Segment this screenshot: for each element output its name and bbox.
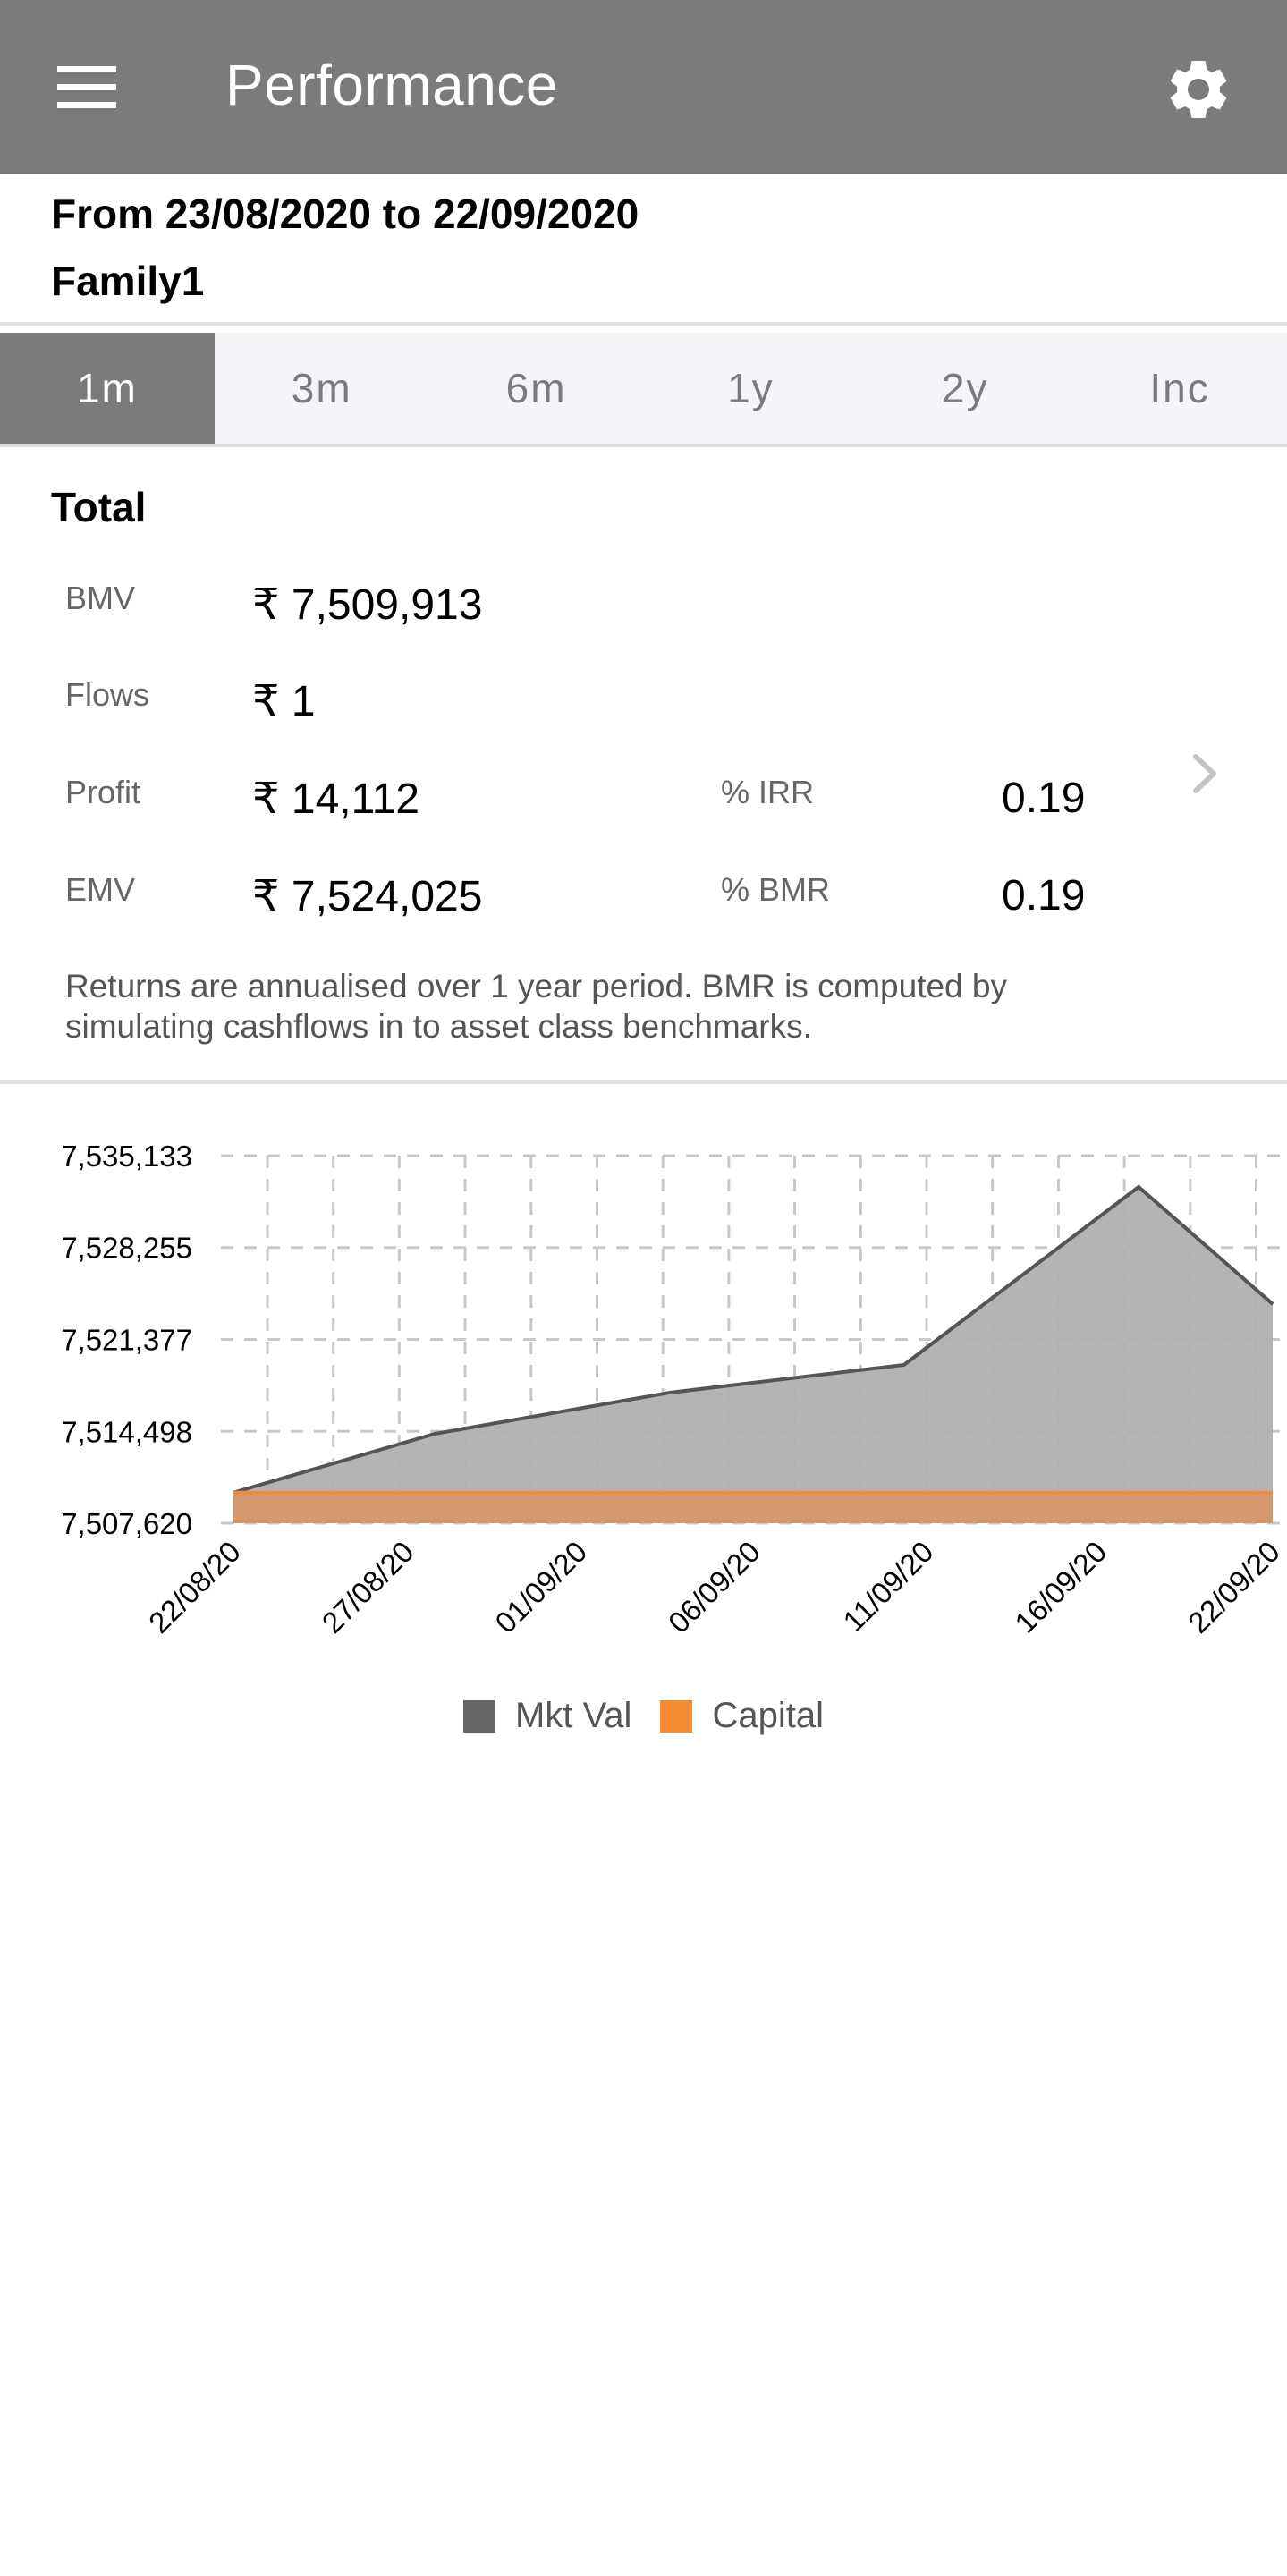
mkt-val-area: [233, 1187, 1273, 1523]
family-name: Family1: [51, 258, 205, 304]
y-tick-label: 7,507,620: [61, 1507, 192, 1540]
bmv-label: BMV: [65, 580, 136, 616]
tab-1y[interactable]: 1y: [643, 333, 858, 444]
y-tick-label: 7,535,133: [61, 1140, 192, 1173]
hamburger-menu-icon[interactable]: [57, 66, 116, 108]
x-tick-label: 16/09/20: [1008, 1535, 1113, 1640]
chart-legend: Mkt Val Capital: [0, 1696, 1287, 1736]
mkt-val-point: [903, 1364, 905, 1366]
x-tick-label: 01/09/20: [488, 1535, 593, 1640]
mkt-val-point: [668, 1392, 670, 1394]
y-tick-label: 7,528,255: [61, 1232, 192, 1265]
bmv-value: ₹ 7,509,913: [252, 581, 483, 629]
profit-label: Profit: [65, 774, 141, 810]
mkt-val-point: [1272, 1303, 1274, 1305]
x-tick-label: 27/08/20: [316, 1535, 420, 1640]
irr-value: 0.19: [1002, 775, 1086, 822]
emv-value: ₹ 7,524,025: [252, 873, 483, 920]
gear-icon[interactable]: [1163, 54, 1234, 125]
capital-area: [233, 1492, 1273, 1523]
bmr-value: 0.19: [1002, 872, 1086, 919]
legend-mkt-val[interactable]: Mkt Val: [463, 1696, 631, 1736]
x-tick-label: 06/09/20: [662, 1535, 766, 1640]
legend-label: Mkt Val: [515, 1696, 632, 1735]
divider: [0, 322, 1287, 326]
bmr-label: % BMR: [721, 871, 831, 908]
tab-1m[interactable]: 1m: [0, 333, 215, 444]
flows-value: ₹ 1: [252, 678, 316, 725]
performance-area-chart: 7,507,620 7,514,498 7,521,377 7,528,255 7,53…: [61, 1140, 1287, 1640]
summary-title: Total: [51, 484, 147, 530]
divider: [0, 1080, 1287, 1084]
y-tick-label: 7,521,377: [61, 1323, 192, 1356]
legend-swatch-capital: [660, 1699, 693, 1733]
mkt-val-point: [434, 1433, 436, 1435]
page-title: Performance: [225, 53, 558, 117]
flows-label: Flows: [65, 676, 150, 713]
period-range: From 23/08/2020 to 22/09/2020: [51, 191, 639, 237]
period-tabs: 1m 3m 6m 1y 2y Inc: [0, 333, 1287, 447]
x-tick-label: 22/09/20: [1181, 1535, 1286, 1640]
x-tick-label: 22/08/20: [142, 1535, 247, 1640]
irr-label: % IRR: [721, 774, 815, 810]
tab-3m[interactable]: 3m: [215, 333, 429, 444]
tab-inc[interactable]: Inc: [1072, 333, 1287, 444]
x-tick-label: 11/09/20: [836, 1535, 939, 1638]
app-bar: Performance: [0, 0, 1287, 174]
tab-6m[interactable]: 6m: [429, 333, 644, 444]
tab-2y[interactable]: 2y: [858, 333, 1072, 444]
legend-label: Capital: [712, 1696, 824, 1735]
profit-value: ₹ 14,112: [252, 775, 420, 823]
returns-note: Returns are annualised over 1 year perio…: [65, 968, 1007, 1045]
emv-label: EMV: [65, 871, 136, 908]
y-tick-label: 7,514,498: [61, 1415, 192, 1448]
legend-swatch-mkt-val: [463, 1699, 496, 1733]
chevron-right-icon[interactable]: [1185, 750, 1224, 798]
legend-capital[interactable]: Capital: [660, 1696, 824, 1736]
